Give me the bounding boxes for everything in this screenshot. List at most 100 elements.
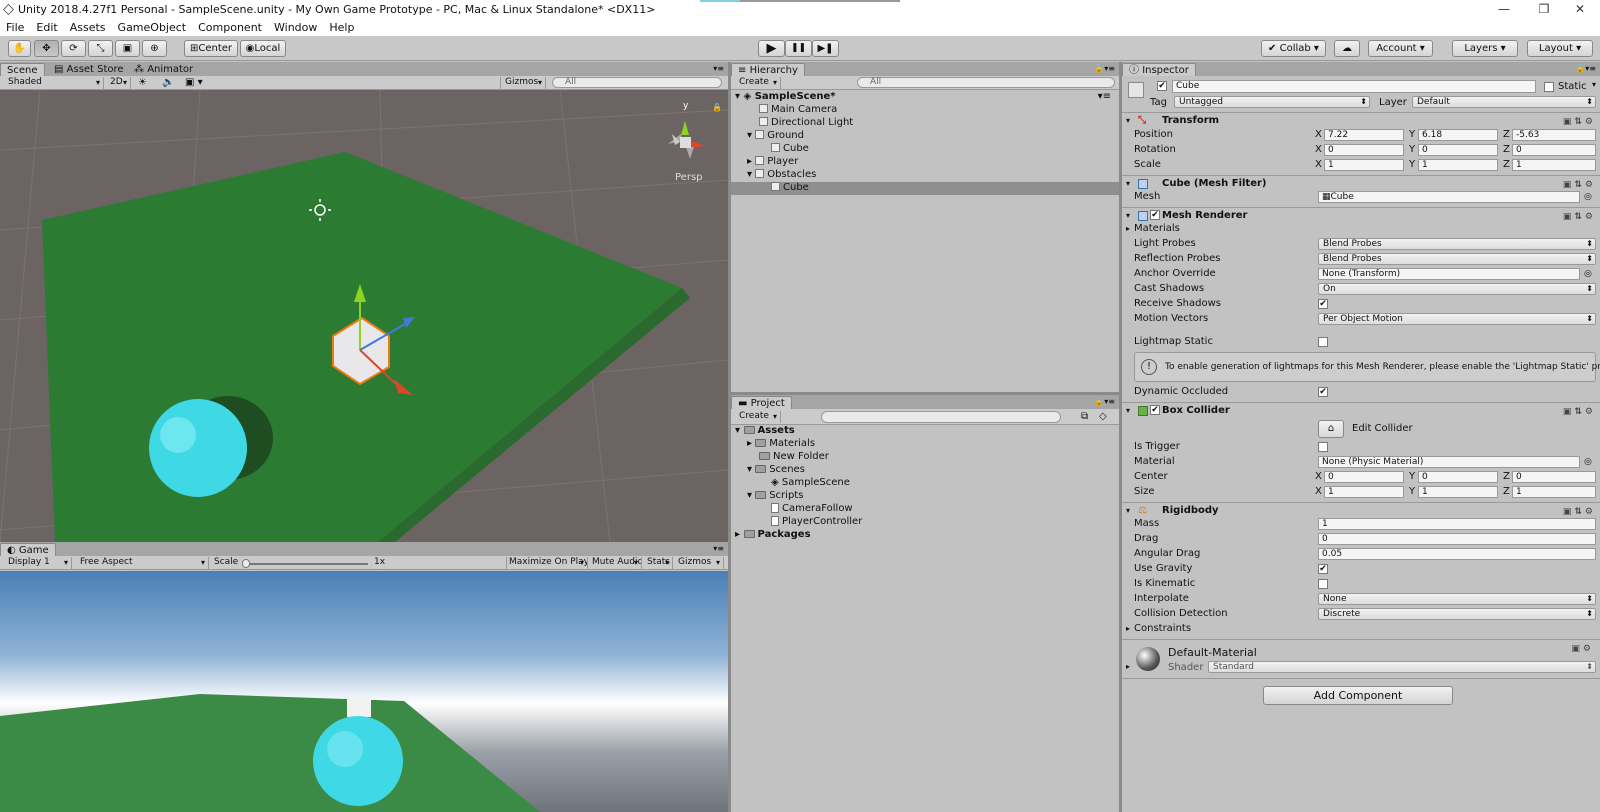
minimize-button[interactable]: — (1484, 0, 1524, 19)
lightmap-static-checkbox[interactable] (1318, 337, 1328, 347)
anchor-override-field[interactable]: None (Transform) (1318, 268, 1580, 280)
pivot-local-button[interactable]: ◉Local (240, 40, 286, 57)
project-panel-menu-icon[interactable]: 🔒▾≡ (1094, 397, 1115, 406)
orientation-gizmo[interactable] (668, 121, 705, 159)
menu-help[interactable]: Help (323, 19, 360, 34)
fold-icon[interactable]: ▾ (1126, 503, 1130, 518)
rotation-x-field[interactable]: 0 (1324, 144, 1404, 156)
audio-icon[interactable]: 🔈 (162, 77, 174, 88)
mute-audio-toggle[interactable]: Mute Audio (590, 557, 642, 569)
transform-header[interactable]: ▾ ⤡ Transform ▣⇅⚙ (1122, 112, 1600, 128)
material-settings-icons[interactable]: ▣⚙ (1571, 644, 1594, 654)
separator-hierarchy-inspector[interactable] (1119, 62, 1122, 812)
transform-tool-button[interactable]: ⊕ (142, 40, 167, 57)
project-item-samplescene[interactable]: ◈ SampleScene (771, 477, 850, 490)
constraints-row[interactable]: ▸ Constraints (1122, 622, 1600, 636)
project-search-input[interactable] (821, 411, 1061, 423)
collider-material-field[interactable]: None (Physic Material) (1318, 456, 1580, 468)
size-y-field[interactable]: 1 (1418, 486, 1498, 498)
mass-field[interactable]: 1 (1318, 518, 1596, 530)
scale-z-field[interactable]: 1 (1512, 159, 1596, 171)
pivot-center-button[interactable]: ⊞Center (184, 40, 238, 57)
game-panel-menu-icon[interactable]: ▾≡ (713, 544, 724, 553)
tab-game[interactable]: ◐ Game (0, 543, 56, 556)
filter-type-icon[interactable]: ⧉ (1081, 411, 1088, 422)
use-gravity-checkbox[interactable]: ✔ (1318, 564, 1328, 574)
scene-root-row[interactable]: ▾ ◈ SampleScene* ▾≡ (735, 91, 1115, 104)
project-item-assets[interactable]: ▾ Assets (735, 425, 795, 438)
scale-slider-handle[interactable] (242, 559, 250, 568)
tab-scene[interactable]: Scene (0, 63, 45, 76)
menu-file[interactable]: File (0, 19, 30, 34)
tab-asset-store[interactable]: ▤ Asset Store (48, 63, 130, 76)
angular-drag-field[interactable]: 0.05 (1318, 548, 1596, 560)
interpolate-dropdown[interactable]: None (1318, 593, 1596, 605)
fold-icon[interactable]: ▸ (1126, 222, 1130, 236)
layout-button[interactable]: Layout ▾ (1527, 40, 1593, 57)
player-sphere[interactable] (149, 399, 247, 497)
active-checkbox[interactable]: ✔ (1157, 81, 1167, 91)
tree-item-obstacles-cube-selected[interactable]: Cube (731, 182, 1119, 195)
fold-icon[interactable]: ▾ (1126, 208, 1130, 223)
light-probes-dropdown[interactable]: Blend Probes (1318, 238, 1596, 250)
materials-row[interactable]: ▸ Materials (1122, 222, 1600, 236)
project-create-dropdown[interactable]: Create (735, 411, 781, 423)
pause-button[interactable]: ❚❚ (785, 40, 812, 57)
center-x-field[interactable]: 0 (1324, 471, 1404, 483)
2d-toggle[interactable]: 2D (106, 77, 131, 89)
tree-item-player[interactable]: ▸ Player (747, 156, 798, 169)
project-item-scripts[interactable]: ▾ Scripts (747, 490, 803, 503)
aspect-dropdown[interactable]: Free Aspect (76, 557, 209, 569)
menu-gameobject[interactable]: GameObject (112, 19, 193, 34)
static-dropdown-icon[interactable]: ▾ (1592, 80, 1596, 89)
account-button[interactable]: Account ▾ (1368, 40, 1433, 57)
tree-item-ground-cube[interactable]: Cube (771, 143, 809, 156)
shader-dropdown[interactable]: Standard (1208, 661, 1596, 673)
close-button[interactable]: ✕ (1560, 0, 1600, 19)
cloud-button[interactable]: ☁ (1334, 40, 1360, 57)
receive-shadows-checkbox[interactable]: ✔ (1318, 299, 1328, 309)
center-y-field[interactable]: 0 (1418, 471, 1498, 483)
filter-label-icon[interactable]: ◇ (1099, 411, 1107, 422)
project-item-packages[interactable]: ▸ Packages (735, 529, 811, 542)
scale-slider-track[interactable] (244, 563, 368, 565)
center-z-field[interactable]: 0 (1512, 471, 1596, 483)
scene-search-input[interactable]: All (552, 77, 722, 88)
fold-icon[interactable]: ▸ (1126, 662, 1130, 671)
game-viewport[interactable] (0, 571, 728, 812)
rotate-tool-button[interactable]: ⟳ (61, 40, 86, 57)
separator-hierarchy-project[interactable] (731, 392, 1119, 395)
lighting-icon[interactable]: ☀ (138, 77, 147, 88)
object-picker-icon[interactable]: ◎ (1584, 190, 1592, 204)
position-y-field[interactable]: 6.18 (1418, 129, 1498, 141)
persp-label[interactable]: Persp (675, 172, 703, 183)
tab-animator[interactable]: ⁂ Animator (128, 63, 199, 76)
rotation-z-field[interactable]: 0 (1512, 144, 1596, 156)
position-z-field[interactable]: -5.63 (1512, 129, 1596, 141)
play-button[interactable]: ▶ (758, 40, 785, 57)
project-item-new-folder[interactable]: New Folder (759, 451, 829, 464)
panel-menu-icon[interactable]: ▾≡ (713, 64, 724, 73)
meshrenderer-header[interactable]: ▾ ✔ Mesh Renderer ▣⇅⚙ (1122, 207, 1600, 223)
shading-dropdown[interactable]: Shaded (4, 77, 104, 89)
separator-scene-hierarchy[interactable] (728, 62, 731, 812)
object-picker-icon[interactable]: ◎ (1584, 455, 1592, 469)
is-kinematic-checkbox[interactable] (1318, 579, 1328, 589)
project-item-materials[interactable]: ▸ Materials (747, 438, 815, 451)
rigidbody-header[interactable]: ▾ ⚖ Rigidbody ▣⇅⚙ (1122, 502, 1600, 518)
tree-item-obstacles[interactable]: ▾ Obstacles (747, 169, 816, 182)
inspector-panel-menu-icon[interactable]: 🔒▾≡ (1575, 64, 1596, 73)
lock-icon[interactable]: 🔒 (712, 103, 722, 112)
fold-icon[interactable]: ▾ (1126, 176, 1130, 191)
rotation-y-field[interactable]: 0 (1418, 144, 1498, 156)
boxcollider-enabled-checkbox[interactable]: ✔ (1150, 405, 1160, 415)
hierarchy-search-input[interactable]: All (857, 77, 1115, 88)
mesh-field[interactable]: ▦Cube (1318, 191, 1580, 203)
project-item-scenes[interactable]: ▾ Scenes (747, 464, 805, 477)
menu-component[interactable]: Component (192, 19, 268, 34)
edit-collider-button[interactable]: ⌂ (1318, 420, 1344, 438)
scene-viewport[interactable]: y 🔒 Persp (0, 90, 728, 542)
collision-detection-dropdown[interactable]: Discrete (1318, 608, 1596, 620)
scene-options-icon[interactable]: ▾≡ (1098, 91, 1111, 102)
fold-icon[interactable]: ▸ (1126, 622, 1130, 636)
